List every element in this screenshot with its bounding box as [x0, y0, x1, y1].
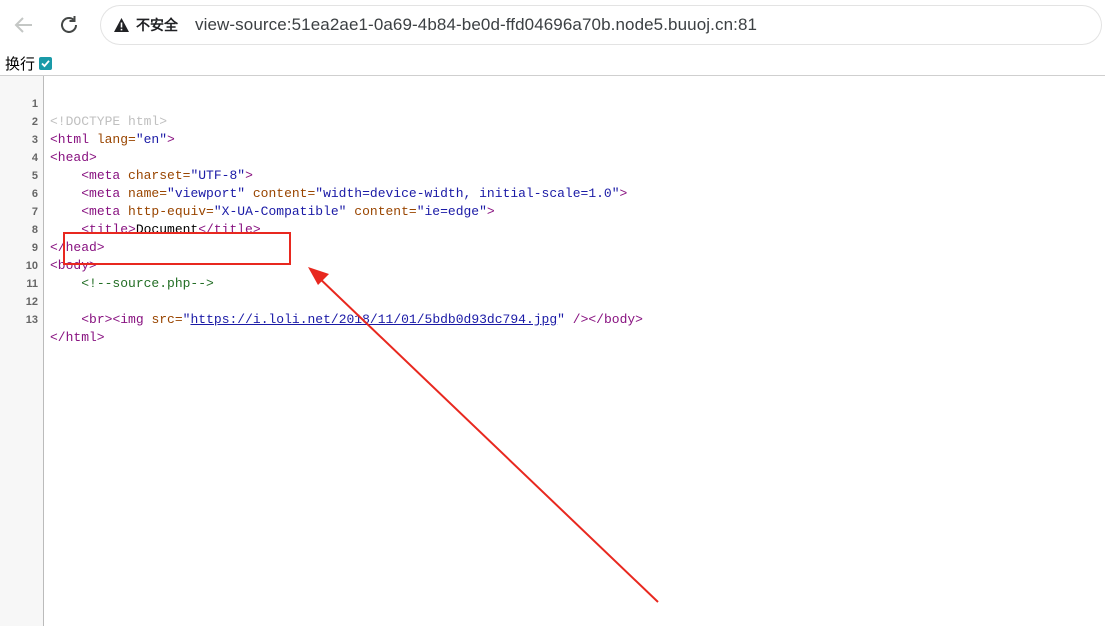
annotation-arrow-icon [308, 267, 659, 603]
